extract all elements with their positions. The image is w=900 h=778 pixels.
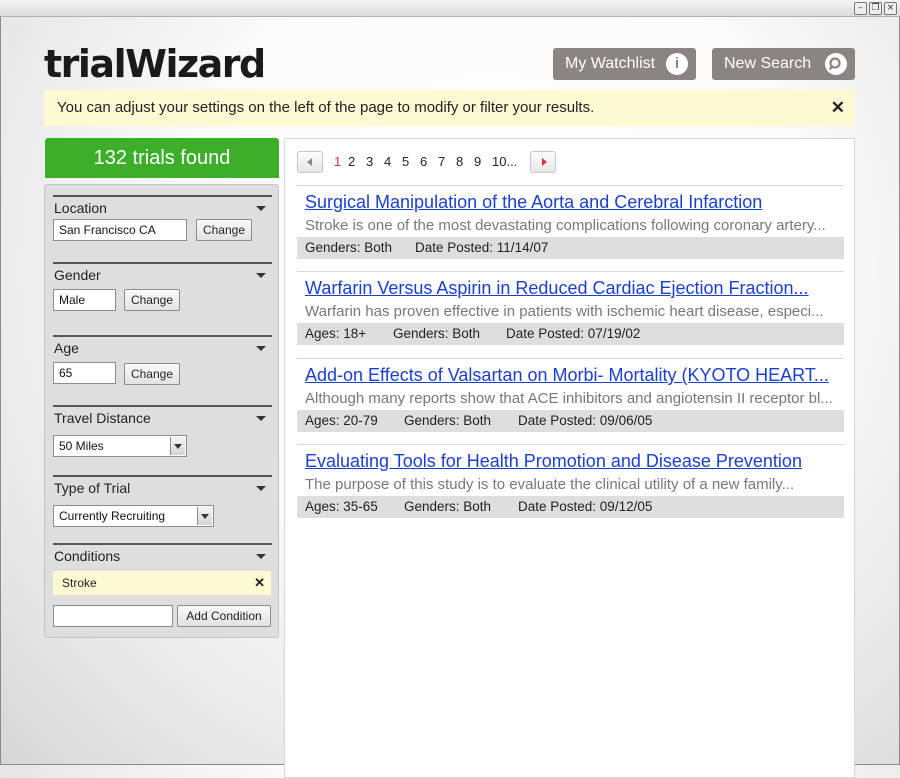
trial-type-label: Type of Trial xyxy=(54,480,131,496)
result-description: The purpose of this study is to evaluate… xyxy=(305,476,795,493)
divider xyxy=(297,271,844,272)
page-link-9[interactable]: 9 xyxy=(474,154,481,169)
window-titlebar: – ❐ × xyxy=(0,0,900,17)
minimize-icon[interactable]: – xyxy=(854,2,867,15)
result-meta: Ages: 20-79 Genders: Both Date Posted: 0… xyxy=(297,410,844,432)
page-link-1[interactable]: 1 xyxy=(334,154,341,169)
divider xyxy=(297,358,844,359)
chevron-down-icon[interactable] xyxy=(256,206,266,211)
divider xyxy=(297,185,844,186)
result-description: Although many reports show that ACE inhi… xyxy=(305,390,833,407)
page-link-5[interactable]: 5 xyxy=(402,154,409,169)
new-search-label: New Search xyxy=(724,55,812,72)
result-genders: Genders: Both xyxy=(393,326,481,341)
travel-distance-select[interactable]: 50 Miles xyxy=(53,435,187,457)
dropdown-arrow-icon[interactable] xyxy=(170,437,185,455)
chevron-down-icon[interactable] xyxy=(256,346,266,351)
age-change-button[interactable]: Change xyxy=(124,363,180,385)
age-filter-header[interactable]: Age xyxy=(53,335,272,359)
result-genders: Genders: Both xyxy=(404,413,492,428)
my-watchlist-button[interactable]: My Watchlist i xyxy=(553,48,696,80)
close-notice-icon[interactable]: ✕ xyxy=(831,90,845,126)
notice-text: You can adjust your settings on the left… xyxy=(57,99,595,116)
location-filter-header[interactable]: Location xyxy=(53,195,272,219)
result-meta: Ages: 35-65 Genders: Both Date Posted: 0… xyxy=(297,496,844,518)
conditions-filter-header[interactable]: Conditions xyxy=(53,543,272,567)
gender-change-button[interactable]: Change xyxy=(124,289,180,311)
result-date-posted: Date Posted: 09/12/05 xyxy=(518,499,653,514)
result-ages: Ages: 18+ xyxy=(305,326,367,341)
gender-filter-header[interactable]: Gender xyxy=(53,262,272,286)
add-condition-button[interactable]: Add Condition xyxy=(177,605,271,627)
age-filter: Age xyxy=(53,335,272,359)
result-title-link[interactable]: Evaluating Tools for Health Promotion an… xyxy=(305,451,802,472)
result-description: Warfarin has proven effective in patient… xyxy=(305,303,824,320)
result-genders: Genders: Both xyxy=(305,240,393,255)
page-link-10[interactable]: 10... xyxy=(492,154,517,169)
prev-page-icon[interactable] xyxy=(297,151,323,173)
result-ages: Ages: 35-65 xyxy=(305,499,378,514)
my-watchlist-label: My Watchlist xyxy=(565,55,656,72)
travel-distance-filter-header[interactable]: Travel Distance xyxy=(53,405,272,429)
travel-distance-value: 50 Miles xyxy=(59,439,104,453)
result-date-posted: Date Posted: 11/14/07 xyxy=(415,240,549,255)
chevron-down-icon[interactable] xyxy=(256,554,266,559)
results-count-header: 132 trials found xyxy=(45,138,279,178)
info-notice-banner: You can adjust your settings on the left… xyxy=(44,90,855,126)
page-link-6[interactable]: 6 xyxy=(420,154,427,169)
results-panel: 1 2 3 4 5 6 7 8 9 10... Surgical Manipul… xyxy=(284,138,855,778)
trial-type-select[interactable]: Currently Recruiting xyxy=(53,505,214,527)
page-link-3[interactable]: 3 xyxy=(366,154,373,169)
remove-condition-icon[interactable]: ✕ xyxy=(254,571,265,595)
trial-type-filter-header[interactable]: Type of Trial xyxy=(53,475,272,499)
close-icon[interactable]: × xyxy=(884,2,897,15)
conditions-label: Conditions xyxy=(54,548,121,564)
location-filter: Location xyxy=(53,195,272,219)
chevron-down-icon[interactable] xyxy=(256,273,266,278)
age-input[interactable]: 65 xyxy=(53,362,116,384)
location-change-button[interactable]: Change xyxy=(196,219,252,241)
result-date-posted: Date Posted: 07/19/02 xyxy=(506,326,641,341)
travel-distance-label: Travel Distance xyxy=(54,410,151,426)
trial-type-filter: Type of Trial xyxy=(53,475,272,499)
info-icon: i xyxy=(666,53,688,75)
result-meta: Genders: Both Date Posted: 11/14/07 xyxy=(297,237,844,259)
trial-type-value: Currently Recruiting xyxy=(59,509,166,523)
result-meta: Ages: 18+ Genders: Both Date Posted: 07/… xyxy=(297,323,844,345)
result-description: Stroke is one of the most devastating co… xyxy=(305,217,826,234)
divider xyxy=(297,444,844,445)
new-search-button[interactable]: New Search xyxy=(712,48,855,80)
result-title-link[interactable]: Add-on Effects of Valsartan on Morbi- Mo… xyxy=(305,365,829,386)
app-logo[interactable]: trialWizard xyxy=(44,42,266,86)
dropdown-arrow-icon[interactable] xyxy=(197,507,212,525)
restore-icon[interactable]: ❐ xyxy=(869,2,882,15)
location-input[interactable]: San Francisco CA xyxy=(53,219,187,241)
condition-input[interactable] xyxy=(53,605,173,627)
page-link-8[interactable]: 8 xyxy=(456,154,463,169)
location-label: Location xyxy=(54,200,107,216)
result-title-link[interactable]: Warfarin Versus Aspirin in Reduced Cardi… xyxy=(305,278,809,299)
gender-filter: Gender xyxy=(53,262,272,286)
conditions-filter: Conditions xyxy=(53,543,272,567)
search-icon xyxy=(825,53,847,75)
result-ages: Ages: 20-79 xyxy=(305,413,378,428)
condition-name: Stroke xyxy=(62,576,97,590)
result-title-link[interactable]: Surgical Manipulation of the Aorta and C… xyxy=(305,192,762,213)
gender-label: Gender xyxy=(54,267,101,283)
age-label: Age xyxy=(54,340,79,356)
result-genders: Genders: Both xyxy=(404,499,492,514)
chevron-down-icon[interactable] xyxy=(256,486,266,491)
page-link-4[interactable]: 4 xyxy=(384,154,391,169)
next-page-icon[interactable] xyxy=(530,151,556,173)
gender-input[interactable]: Male xyxy=(53,289,116,311)
travel-distance-filter: Travel Distance xyxy=(53,405,272,429)
filter-sidebar: Location San Francisco CA Change Gender … xyxy=(44,184,279,638)
page-link-2[interactable]: 2 xyxy=(348,154,355,169)
condition-chip: Stroke ✕ xyxy=(53,571,271,595)
chevron-down-icon[interactable] xyxy=(256,416,266,421)
page-link-7[interactable]: 7 xyxy=(438,154,445,169)
window-controls: – ❐ × xyxy=(854,2,897,15)
result-date-posted: Date Posted: 09/06/05 xyxy=(518,413,653,428)
